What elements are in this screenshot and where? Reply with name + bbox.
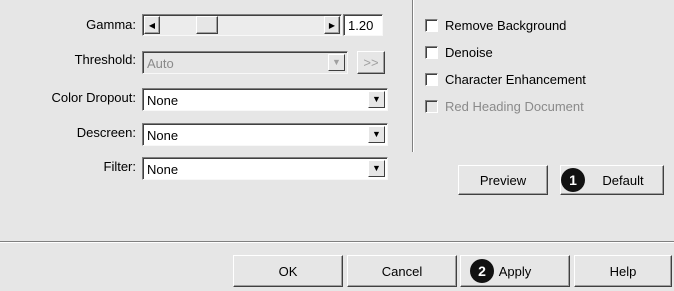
character-enhancement-checkbox[interactable] bbox=[425, 73, 438, 86]
color-dropout-label: Color Dropout: bbox=[51, 90, 136, 105]
denoise-label: Denoise bbox=[445, 45, 493, 60]
slider-right-arrow-icon[interactable]: ▶ bbox=[324, 16, 340, 34]
cancel-button[interactable]: Cancel bbox=[347, 255, 457, 287]
character-enhancement-label: Character Enhancement bbox=[445, 72, 586, 87]
descreen-select[interactable]: None ▼ bbox=[142, 123, 388, 146]
descreen-dropdown-arrow-icon[interactable]: ▼ bbox=[368, 126, 385, 143]
help-button[interactable]: Help bbox=[574, 255, 672, 287]
remove-background-checkbox[interactable] bbox=[425, 19, 438, 32]
footer-separator-highlight bbox=[0, 242, 674, 243]
ok-button[interactable]: OK bbox=[233, 255, 343, 287]
filter-dropdown-arrow-icon[interactable]: ▼ bbox=[368, 160, 385, 177]
gamma-slider[interactable]: ◀ ▶ bbox=[142, 14, 342, 36]
callout-badge-1: 1 bbox=[561, 168, 585, 192]
gamma-value: 1.20 bbox=[348, 18, 374, 33]
color-dropout-select[interactable]: None ▼ bbox=[142, 88, 388, 111]
filter-value: None bbox=[147, 162, 179, 177]
filter-select[interactable]: None ▼ bbox=[142, 157, 388, 180]
default-button-label: Default bbox=[602, 172, 644, 188]
threshold-more-button[interactable]: >> bbox=[357, 51, 385, 74]
threshold-select[interactable]: Auto ▼ bbox=[142, 51, 348, 74]
color-dropout-dropdown-arrow-icon[interactable]: ▼ bbox=[368, 91, 385, 108]
gamma-value-field[interactable]: 1.20 bbox=[343, 14, 383, 36]
threshold-dropdown-arrow-icon[interactable]: ▼ bbox=[328, 54, 345, 71]
callout-badge-2: 2 bbox=[470, 259, 494, 283]
descreen-value: None bbox=[147, 128, 179, 143]
denoise-checkbox[interactable] bbox=[425, 46, 438, 59]
gamma-label: Gamma: bbox=[86, 17, 136, 32]
slider-left-arrow-icon[interactable]: ◀ bbox=[144, 16, 160, 34]
apply-button-label: Apply bbox=[498, 263, 532, 279]
options-groupbox-edge-highlight bbox=[413, 0, 414, 152]
remove-background-label: Remove Background bbox=[445, 18, 567, 33]
red-heading-document-label: Red Heading Document bbox=[445, 99, 584, 114]
filter-label: Filter: bbox=[103, 159, 137, 174]
preview-button[interactable]: Preview bbox=[458, 165, 548, 195]
threshold-value: Auto bbox=[147, 56, 174, 71]
threshold-label: Threshold: bbox=[74, 52, 136, 67]
color-dropout-value: None bbox=[147, 93, 179, 108]
red-heading-document-checkbox[interactable] bbox=[425, 100, 438, 113]
descreen-label: Descreen: bbox=[76, 125, 136, 140]
slider-thumb[interactable] bbox=[196, 16, 218, 34]
